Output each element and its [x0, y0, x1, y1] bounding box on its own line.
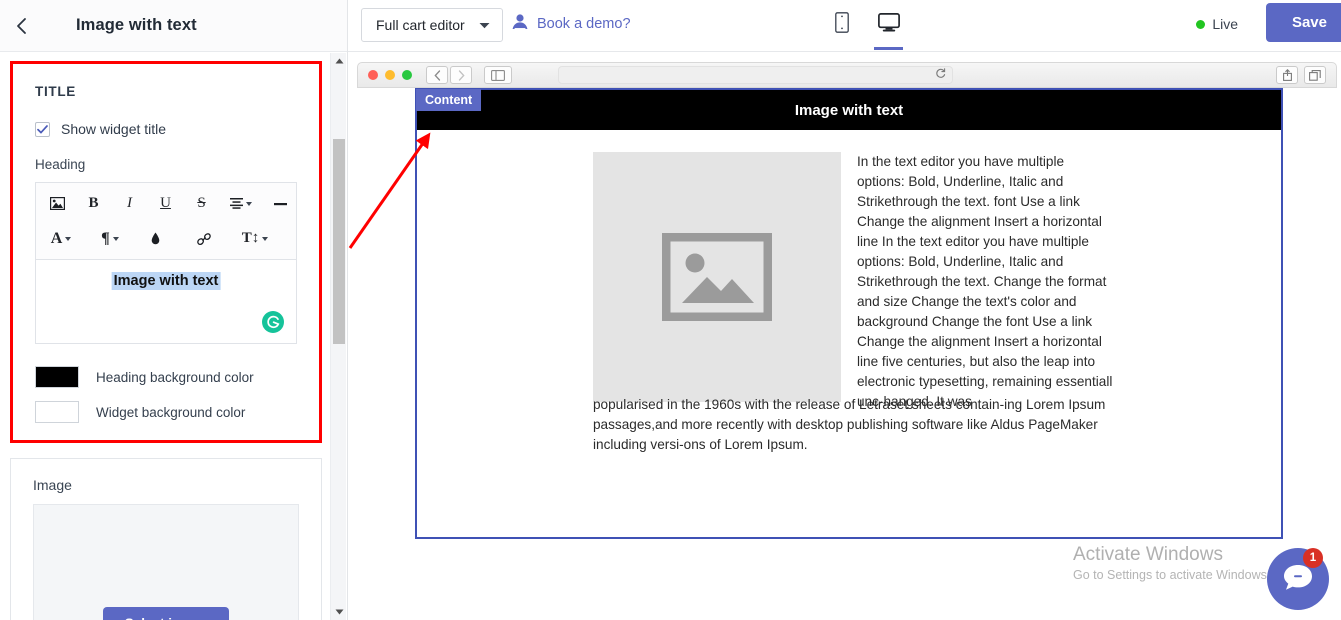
editor-mode-select[interactable]: Full cart editor — [361, 8, 503, 42]
browser-chrome-bar — [357, 62, 1337, 88]
browser-nav-buttons — [426, 66, 472, 84]
editor-toolbar-row-2: A ¶ T↕ — [44, 225, 290, 252]
book-a-demo-link[interactable]: Book a demo? — [511, 13, 631, 35]
editor-toolbar: B I U S A ¶ T↕ — [36, 183, 296, 260]
back-button[interactable] — [0, 0, 44, 52]
preview-area: Content Image with text In the text edit… — [349, 52, 1341, 620]
chevron-down-icon — [246, 201, 252, 206]
app-root: Image with text TITLE Show widget title … — [0, 0, 1341, 620]
desktop-icon — [877, 13, 900, 37]
browser-back-button[interactable] — [426, 66, 448, 84]
horizontal-rule-icon[interactable] — [267, 190, 294, 217]
reload-icon[interactable] — [935, 66, 946, 84]
bold-icon[interactable]: B — [80, 190, 107, 217]
left-settings-panel: Image with text TITLE Show widget title … — [0, 0, 348, 620]
browser-url-bar[interactable] — [558, 66, 953, 84]
share-icon[interactable] — [1276, 66, 1298, 84]
heading-background-color-label: Heading background color — [96, 369, 254, 385]
panel-scroll-area: TITLE Show widget title Heading B I U S … — [0, 52, 330, 620]
live-status-indicator: Live — [1196, 16, 1238, 32]
mobile-preview-tab[interactable] — [824, 0, 859, 50]
strikethrough-icon[interactable]: S — [188, 190, 215, 217]
widget-body-text: In the text editor you have multiple opt… — [857, 154, 1113, 409]
widget-background-color-row[interactable]: Widget background color — [35, 401, 297, 423]
widget-background-color-swatch[interactable] — [35, 401, 79, 423]
sidebar-toggle-icon[interactable] — [484, 66, 512, 84]
text-color-icon[interactable]: A — [44, 225, 78, 252]
title-settings-card: TITLE Show widget title Heading B I U S … — [10, 61, 322, 443]
editor-toolbar-row-1: B I U S — [44, 190, 290, 217]
heading-background-color-row[interactable]: Heading background color — [35, 366, 297, 388]
grammarly-icon[interactable] — [262, 311, 284, 333]
live-status-dot — [1196, 19, 1206, 29]
chat-widget-button[interactable]: 1 — [1267, 548, 1329, 610]
image-settings-card: Image Select image — [10, 458, 322, 620]
desktop-preview-tab[interactable] — [871, 0, 906, 50]
widget-background-color-label: Widget background color — [96, 404, 246, 420]
content-section-badge[interactable]: Content — [416, 89, 482, 111]
browser-right-buttons — [1276, 66, 1326, 84]
page-title: Image with text — [76, 16, 197, 34]
editor-mode-label: Full cart editor — [376, 17, 465, 33]
mobile-icon — [834, 12, 849, 38]
widget-header-title: Image with text — [794, 101, 904, 119]
italic-icon[interactable]: I — [116, 190, 143, 217]
show-widget-title-row[interactable]: Show widget title — [35, 121, 297, 137]
top-toolbar: Full cart editor Book a demo? Live Save — [348, 0, 1341, 52]
close-window-dot[interactable] — [368, 70, 378, 80]
chevron-down-icon — [65, 236, 72, 241]
align-icon[interactable] — [224, 190, 258, 217]
show-widget-title-label: Show widget title — [61, 121, 167, 137]
insert-image-icon[interactable] — [44, 190, 71, 217]
image-placeholder-icon — [662, 233, 772, 321]
show-widget-title-checkbox[interactable] — [35, 121, 50, 137]
chevron-down-icon — [112, 236, 119, 241]
tabs-icon[interactable] — [1304, 66, 1326, 84]
panel-scrollbar[interactable] — [330, 53, 346, 620]
chevron-down-icon — [262, 236, 269, 241]
heading-background-color-swatch[interactable] — [35, 366, 79, 388]
page-preview-frame: Content Image with text In the text edit… — [415, 88, 1283, 539]
font-size-icon[interactable]: T↕ — [238, 225, 272, 252]
book-a-demo-label: Book a demo? — [537, 16, 631, 32]
chat-unread-badge: 1 — [1303, 548, 1323, 568]
image-dropzone[interactable]: Select image — [33, 504, 299, 620]
editor-selected-text[interactable]: Image with text — [111, 272, 221, 290]
scroll-up-arrow-icon[interactable] — [331, 53, 347, 69]
image-section-label: Image — [33, 477, 72, 493]
editor-content-area[interactable]: Image with text — [36, 260, 296, 343]
paragraph-format-icon[interactable]: ¶ — [93, 225, 127, 252]
background-color-icon[interactable] — [142, 225, 169, 252]
title-section-label: TITLE — [35, 84, 76, 99]
widget-body: In the text editor you have multiple opt… — [417, 130, 1281, 452]
insert-link-icon[interactable] — [190, 225, 217, 252]
save-button[interactable]: Save — [1265, 3, 1341, 42]
widget-header-bar: Image with text — [417, 90, 1281, 130]
panel-header: Image with text — [0, 0, 347, 52]
browser-forward-button[interactable] — [450, 66, 472, 84]
heading-field-label: Heading — [35, 157, 86, 172]
image-placeholder[interactable] — [593, 152, 841, 402]
chevron-left-icon — [16, 17, 28, 35]
widget-body-text-overflow: popularised in the 1960s with the releas… — [593, 397, 1106, 452]
person-icon — [511, 13, 529, 35]
rich-text-editor[interactable]: B I U S A ¶ T↕ Image with text — [35, 182, 297, 344]
minimize-window-dot[interactable] — [385, 70, 395, 80]
live-status-label: Live — [1212, 16, 1238, 32]
underline-icon[interactable]: U — [152, 190, 179, 217]
maximize-window-dot[interactable] — [402, 70, 412, 80]
scroll-down-arrow-icon[interactable] — [331, 604, 347, 620]
device-preview-tabs — [824, 0, 906, 52]
chevron-down-icon — [479, 16, 490, 34]
select-image-button[interactable]: Select image — [102, 607, 230, 620]
scrollbar-thumb[interactable] — [333, 139, 345, 344]
traffic-lights — [368, 70, 412, 80]
